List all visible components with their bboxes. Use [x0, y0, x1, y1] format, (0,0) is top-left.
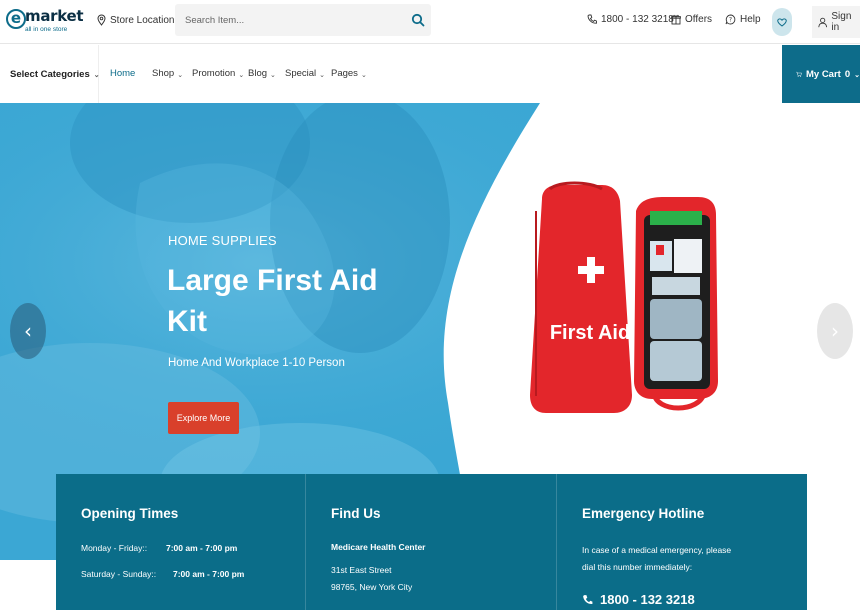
hero-subtitle: HOME SUPPLIES	[168, 233, 277, 248]
phone-number: 1800 - 132 3218	[601, 14, 674, 25]
nav-shop[interactable]: Shop ⌄	[152, 68, 183, 79]
search-bar	[175, 4, 431, 36]
cart-count: 0	[844, 68, 851, 80]
heart-icon	[777, 17, 787, 27]
help-label: Help	[740, 14, 761, 25]
chevron-down-icon: ⌄	[93, 72, 100, 79]
chevron-down-icon: ⌄	[238, 71, 245, 79]
first-aid-kit-image: First Aid	[530, 181, 718, 413]
nav-special[interactable]: Special ⌄	[285, 68, 325, 79]
chevron-down-icon: ⌄	[319, 71, 326, 79]
explore-more-button[interactable]: Explore More	[168, 402, 239, 434]
store-location-label: Store Location	[110, 14, 175, 26]
hours-day: Saturday - Sunday::	[81, 569, 157, 579]
opening-times-section: Opening Times Monday - Friday:: 7:00 am …	[56, 474, 306, 610]
hours-row: Saturday - Sunday:: 7:00 am - 7:00 pm	[81, 569, 244, 579]
chevron-down-icon: ⌄	[270, 71, 276, 79]
help-link[interactable]: ? Help	[725, 14, 761, 25]
find-us-title: Find Us	[331, 506, 381, 521]
hero-title: Large First Aid Kit	[167, 264, 378, 338]
nav-blog-label: Blog	[248, 68, 268, 79]
emergency-hotline-title: Emergency Hotline	[582, 506, 705, 521]
help-icon: ?	[725, 14, 736, 25]
logo-tagline: all in one store	[25, 26, 68, 33]
nav-special-label: Special	[285, 68, 317, 79]
select-categories-button[interactable]: Select Categories ⌄	[0, 45, 100, 103]
offers-label: Offers	[685, 14, 713, 25]
address-line-1: 31st East Street	[331, 565, 392, 575]
nav-blog[interactable]: Blog ⌄	[248, 68, 276, 79]
nav-promotion-label: Promotion	[192, 68, 236, 79]
phone-icon	[587, 14, 597, 24]
opening-times-title: Opening Times	[81, 506, 179, 521]
chevron-right-icon: ›	[831, 319, 839, 343]
nav-pages-label: Pages	[331, 68, 358, 79]
info-panel: Opening Times Monday - Friday:: 7:00 am …	[56, 474, 807, 610]
nav-home[interactable]: Home	[110, 68, 135, 79]
logo-mark-icon: e	[6, 9, 26, 29]
chevron-down-icon: ⌄	[177, 71, 184, 79]
find-us-section: Find Us Medicare Health Center 31st East…	[306, 474, 557, 610]
sign-in-button[interactable]: Sign in	[812, 6, 860, 38]
main-navigation: Select Categories ⌄ Home Shop ⌄ Promotio…	[0, 45, 860, 103]
hours-row: Monday - Friday:: 7:00 am - 7:00 pm	[81, 543, 237, 553]
offers-link[interactable]: Offers	[671, 14, 712, 25]
phone-icon	[583, 594, 593, 604]
hero-description: Home And Workplace 1-10 Person	[168, 357, 345, 369]
select-categories-label: Select Categories	[10, 68, 90, 80]
chevron-left-icon: ‹	[24, 319, 32, 343]
svg-text:?: ?	[729, 17, 732, 24]
logo[interactable]: e market all in one store	[6, 6, 84, 36]
nav-shop-label: Shop	[152, 68, 175, 79]
phone-link[interactable]: 1800 - 132 3218	[587, 14, 674, 25]
user-icon	[818, 17, 828, 27]
search-icon[interactable]	[411, 13, 425, 27]
cart-label: My Cart	[805, 68, 841, 80]
hours-day: Monday - Friday::	[81, 543, 148, 553]
store-location-link[interactable]: Store Location	[97, 14, 175, 26]
slider-prev-button[interactable]: ‹	[10, 303, 46, 359]
hours-time: 7:00 am - 7:00 pm	[173, 569, 245, 579]
chevron-down-icon: ⌄	[360, 71, 367, 79]
wishlist-button[interactable]	[772, 8, 792, 36]
top-header: e market all in one store Store Location…	[0, 0, 860, 44]
map-pin-icon	[97, 14, 106, 26]
emergency-text: In case of a medical emergency, please d…	[582, 545, 732, 572]
nav-home-label: Home	[110, 68, 136, 79]
chevron-down-icon: ⌄	[854, 72, 860, 79]
gift-icon	[671, 14, 681, 25]
nav-promotion[interactable]: Promotion ⌄	[192, 68, 244, 79]
logo-wordmark: market	[25, 7, 84, 25]
cart-icon	[796, 71, 802, 77]
kit-label: First Aid	[550, 322, 630, 344]
my-cart-button[interactable]: My Cart 0 ⌄	[782, 45, 860, 103]
address-line-2: 98765, New York City	[331, 582, 413, 592]
search-input[interactable]	[175, 4, 405, 36]
center-name: Medicare Health Center	[331, 542, 426, 552]
emergency-hotline-section: Emergency Hotline In case of a medical e…	[557, 474, 807, 610]
sign-in-label: Sign in	[831, 11, 852, 33]
hours-time: 7:00 am - 7:00 pm	[166, 543, 238, 553]
slider-next-button[interactable]: ›	[817, 303, 853, 359]
emergency-phone-link[interactable]: 1800 - 132 3218	[582, 592, 695, 607]
emergency-phone-number: 1800 - 132 3218	[600, 592, 695, 607]
nav-pages[interactable]: Pages ⌄	[331, 68, 367, 79]
